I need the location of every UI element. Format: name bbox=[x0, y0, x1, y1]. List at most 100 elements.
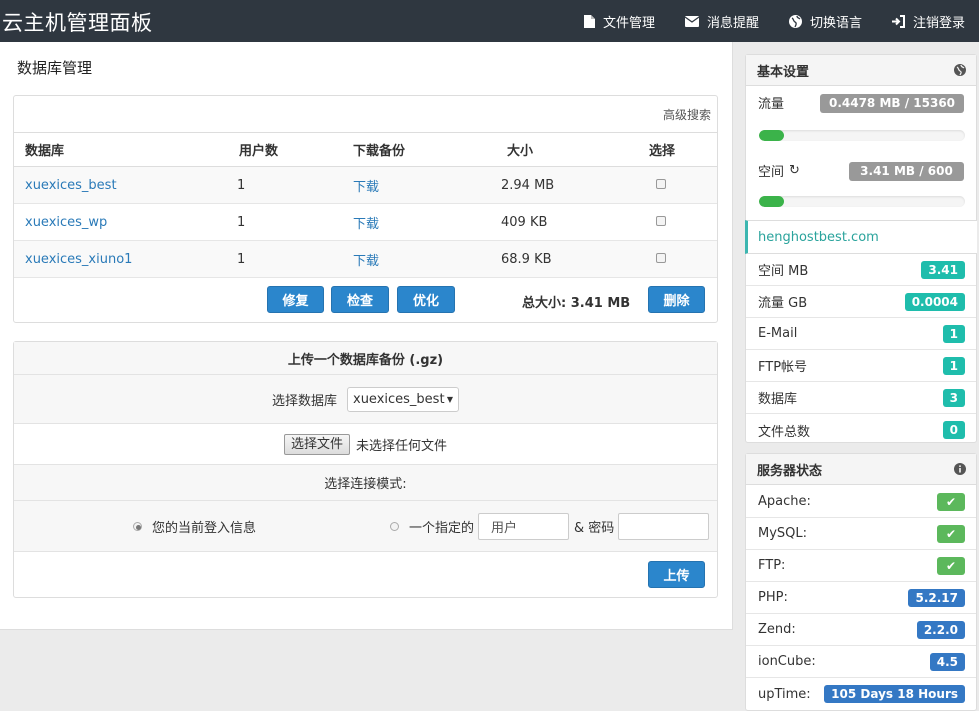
col-size: 大小 bbox=[497, 132, 647, 167]
download-link[interactable]: 下载 bbox=[353, 254, 379, 269]
nav-label: 注销登录 bbox=[912, 15, 965, 31]
radio-current-login[interactable] bbox=[133, 521, 142, 531]
advanced-search-link[interactable]: 高级搜索 bbox=[663, 106, 711, 123]
traffic-usage-badge: 0.4478 MB / 15360 MB bbox=[820, 94, 964, 129]
col-select: 选择 bbox=[647, 132, 717, 167]
domain-link[interactable]: henghostbest.com bbox=[745, 220, 977, 254]
table-row: xuexices_xiuno1 1 下载 68.9 KB bbox=[14, 240, 717, 278]
radio-specified-label: 一个指定的 bbox=[409, 520, 475, 536]
nav-file-manager[interactable]: 文件管理 bbox=[583, 12, 655, 31]
stat-row: 空间 MB 3.41 bbox=[746, 254, 976, 286]
service-row-php: PHP: 5.2.17 bbox=[746, 582, 976, 614]
optimize-button[interactable]: 优化 bbox=[397, 286, 455, 313]
stat-label: 空间 MB bbox=[758, 264, 809, 279]
service-label: ionCube: bbox=[758, 654, 816, 669]
uptime-badge: 105 Days 18 Hours bbox=[824, 685, 965, 703]
service-row-ioncube: ionCube: 4.5 bbox=[746, 646, 976, 678]
service-label: MySQL: bbox=[758, 526, 808, 541]
choose-file-button[interactable]: 选择文件 bbox=[283, 433, 350, 455]
database-table: 数据库 用户数 下载备份 大小 选择 xuexices_best 1 下载 2.… bbox=[14, 132, 717, 278]
user-count: 1 bbox=[229, 203, 349, 241]
service-row-zend: Zend: 2.2.0 bbox=[746, 614, 976, 646]
database-select[interactable]: xuexices_best ▼ bbox=[347, 386, 459, 412]
password-input[interactable] bbox=[618, 512, 710, 540]
service-label: PHP: bbox=[758, 590, 788, 605]
table-row: xuexices_best 1 下载 2.94 MB bbox=[14, 166, 717, 204]
version-badge: 4.5 bbox=[929, 653, 965, 671]
main-panel: 数据库管理 高级搜索 数据库 用户数 下载备份 大小 选择 xuexices_b… bbox=[0, 42, 733, 630]
nav-label: 消息提醒 bbox=[706, 15, 759, 31]
database-name-link[interactable]: xuexices_wp bbox=[25, 215, 107, 230]
stat-row: FTP帐号 1 bbox=[746, 350, 976, 382]
logout-icon bbox=[891, 14, 905, 28]
space-progress bbox=[759, 196, 965, 207]
stat-badge: 1 bbox=[942, 357, 965, 375]
database-name-link[interactable]: xuexices_xiuno1 bbox=[25, 252, 132, 267]
stat-row: 数据库 3 bbox=[746, 382, 976, 414]
col-download: 下载备份 bbox=[349, 132, 497, 167]
server-status-header: 服务器状态 bbox=[746, 454, 976, 485]
select-checkbox[interactable] bbox=[656, 215, 666, 226]
stat-row: 流量 GB 0.0004 bbox=[746, 286, 976, 318]
service-row-uptime: upTime: 105 Days 18 Hours bbox=[746, 678, 976, 710]
user-count: 1 bbox=[229, 240, 349, 278]
nav-messages[interactable]: 消息提醒 bbox=[684, 12, 759, 31]
repair-button[interactable]: 修复 bbox=[267, 286, 324, 313]
check-button[interactable]: 检查 bbox=[331, 286, 389, 313]
space-progress-fill bbox=[759, 196, 784, 207]
caret-down-icon: ▼ bbox=[446, 394, 453, 404]
col-users: 用户数 bbox=[229, 132, 349, 167]
database-name-link[interactable]: xuexices_best bbox=[25, 178, 117, 193]
service-row-mysql: MySQL: ✔ bbox=[746, 518, 976, 550]
top-nav: 文件管理 消息提醒 切换语言 注销登录 bbox=[554, 0, 965, 42]
delete-button[interactable]: 删除 bbox=[648, 286, 705, 313]
brand-title: 云主机管理面板 bbox=[2, 11, 153, 35]
service-label: Apache: bbox=[758, 494, 811, 509]
check-icon: ✔ bbox=[936, 493, 965, 511]
radio-current-label: 您的当前登入信息 bbox=[152, 520, 257, 536]
upload-panel: 上传一个数据库备份 (.gz) 选择数据库 xuexices_best ▼ 选择… bbox=[13, 341, 718, 598]
basic-settings-title: 基本设置 bbox=[757, 64, 810, 80]
upload-button-row: 上传 bbox=[14, 552, 717, 597]
download-link[interactable]: 下载 bbox=[353, 217, 379, 232]
stat-label: 文件总数 bbox=[758, 424, 811, 440]
upload-title: 上传一个数据库备份 (.gz) bbox=[14, 342, 717, 375]
service-label: FTP: bbox=[758, 558, 786, 573]
nav-label: 文件管理 bbox=[602, 15, 655, 31]
check-icon: ✔ bbox=[936, 525, 965, 543]
password-label: & 密码 bbox=[574, 520, 615, 536]
server-status-panel: 服务器状态 Apache: ✔ MySQL: ✔ FTP: ✔ PHP: 5.2… bbox=[745, 453, 977, 711]
traffic-progress bbox=[759, 130, 965, 141]
refresh-icon[interactable]: ↻ bbox=[789, 163, 800, 178]
connection-mode-label: 选择连接模式: bbox=[14, 465, 717, 501]
info-icon bbox=[954, 463, 966, 475]
upload-button[interactable]: 上传 bbox=[648, 561, 705, 588]
stat-badge: 0.0004 bbox=[904, 293, 965, 311]
file-status: 未选择任何文件 bbox=[356, 438, 448, 454]
service-row-apache: Apache: ✔ bbox=[746, 486, 976, 518]
connection-mode-row: 您的当前登入信息 一个指定的 用户 & 密码 bbox=[14, 501, 717, 552]
table-row: xuexices_wp 1 下载 409 KB bbox=[14, 203, 717, 241]
select-checkbox[interactable] bbox=[656, 178, 666, 189]
stat-badge: 3.41 bbox=[921, 261, 965, 279]
radio-specified[interactable] bbox=[390, 521, 400, 531]
select-database-row: 选择数据库 xuexices_best ▼ bbox=[14, 375, 717, 424]
user-count: 1 bbox=[229, 166, 349, 204]
stat-label: E-Mail bbox=[758, 326, 798, 341]
file-row: 选择文件 未选择任何文件 bbox=[14, 424, 717, 465]
download-link[interactable]: 下载 bbox=[353, 180, 379, 195]
stat-label: 数据库 bbox=[758, 392, 798, 407]
nav-logout[interactable]: 注销登录 bbox=[891, 12, 965, 31]
database-panel: 高级搜索 数据库 用户数 下载备份 大小 选择 xuexices_best 1 … bbox=[13, 95, 718, 323]
stat-badge: 3 bbox=[942, 389, 965, 407]
db-size: 409 KB bbox=[497, 203, 647, 241]
version-badge: 2.2.0 bbox=[916, 621, 965, 639]
traffic-progress-fill bbox=[759, 130, 784, 141]
nav-language[interactable]: 切换语言 bbox=[788, 12, 862, 31]
username-input[interactable]: 用户 bbox=[478, 512, 570, 540]
col-database: 数据库 bbox=[14, 132, 229, 167]
space-label: 空间 bbox=[758, 165, 785, 180]
select-checkbox[interactable] bbox=[656, 252, 666, 263]
select-database-label: 选择数据库 bbox=[271, 393, 337, 409]
basic-settings-panel: 基本设置 流量 0.4478 MB / 15360 MB 空间 ↻ 3.41 M… bbox=[745, 54, 977, 443]
